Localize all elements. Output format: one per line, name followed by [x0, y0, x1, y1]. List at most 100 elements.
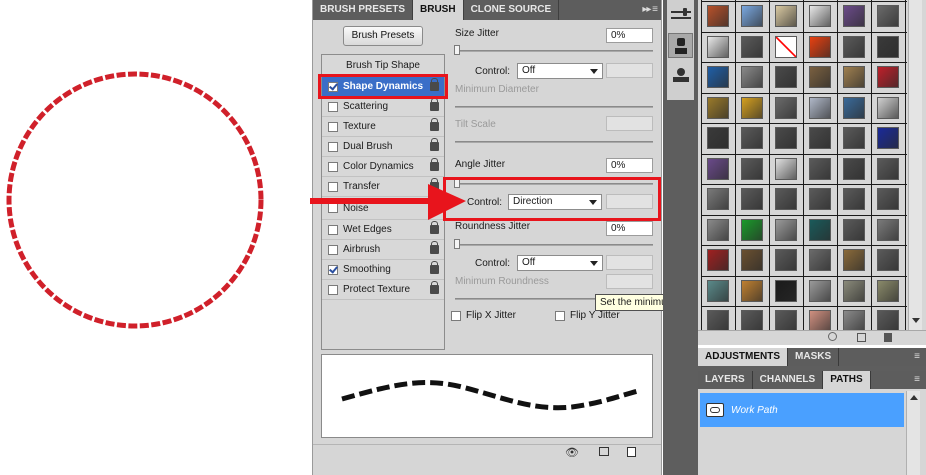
tab-clone-source[interactable]: CLONE SOURCE	[464, 0, 560, 20]
style-swatch[interactable]	[707, 279, 729, 302]
style-swatch[interactable]	[707, 249, 729, 271]
style-swatch[interactable]	[877, 218, 899, 241]
roundness-jitter-slider-knob[interactable]	[454, 239, 460, 249]
style-swatch[interactable]	[877, 66, 899, 88]
style-swatch[interactable]	[843, 96, 865, 119]
style-swatch[interactable]	[877, 157, 899, 180]
scroll-up-icon[interactable]	[910, 395, 918, 400]
style-swatch[interactable]	[843, 218, 865, 241]
style-swatch[interactable]	[775, 218, 797, 241]
document-canvas[interactable]	[0, 0, 310, 475]
delete-style-icon[interactable]	[884, 333, 892, 342]
paths-scrollbar[interactable]	[906, 391, 920, 475]
style-swatch[interactable]	[877, 35, 899, 58]
style-swatch[interactable]	[877, 279, 899, 302]
new-style-icon[interactable]	[857, 333, 866, 342]
styles-scrollbar[interactable]	[908, 0, 922, 330]
style-swatch[interactable]	[741, 218, 763, 241]
style-swatch[interactable]	[843, 249, 865, 271]
panel-menu-icon[interactable]: ▸▸ ≡	[642, 0, 658, 20]
flip-x-checkbox[interactable]	[451, 310, 461, 321]
flip-y-jitter[interactable]: Flip Y Jitter	[555, 310, 620, 321]
tab-brush-presets[interactable]: BRUSH PRESETS	[313, 0, 414, 20]
style-swatch[interactable]	[809, 218, 831, 241]
lock-icon[interactable]	[430, 241, 439, 254]
brush-option-checkbox[interactable]	[328, 101, 338, 112]
style-swatch[interactable]	[843, 188, 865, 210]
panel-menu-icon[interactable]: ≡	[914, 371, 920, 389]
style-swatch[interactable]	[741, 35, 763, 58]
style-swatch[interactable]	[775, 310, 797, 332]
brush-option-checkbox[interactable]	[328, 161, 338, 172]
brush-presets-button[interactable]: Brush Presets	[343, 26, 423, 46]
brush-option-checkbox[interactable]	[328, 121, 338, 132]
style-swatch[interactable]	[741, 188, 763, 210]
style-swatch[interactable]	[741, 127, 763, 149]
style-swatch[interactable]	[809, 188, 831, 210]
tab-paths[interactable]: PATHS	[823, 371, 871, 389]
style-swatch[interactable]	[843, 66, 865, 88]
brush-option-item[interactable]: Scattering	[322, 97, 444, 117]
lock-icon[interactable]	[430, 158, 439, 171]
style-swatch[interactable]	[741, 96, 763, 119]
clear-style-icon[interactable]	[828, 332, 837, 341]
roundness-control-select[interactable]: Off	[517, 255, 603, 271]
style-swatch[interactable]	[843, 127, 865, 149]
style-swatch[interactable]	[877, 188, 899, 210]
tab-channels[interactable]: CHANNELS	[753, 371, 824, 389]
style-swatch[interactable]	[741, 157, 763, 180]
path-row-work-path[interactable]: Work Path	[700, 393, 904, 427]
brush-option-item[interactable]: Color Dynamics	[322, 157, 444, 177]
style-swatch[interactable]	[843, 35, 865, 58]
style-swatch[interactable]	[741, 279, 763, 302]
brush-option-checkbox[interactable]	[328, 224, 338, 235]
lock-icon[interactable]	[430, 281, 439, 294]
style-swatch[interactable]	[775, 127, 797, 149]
style-swatch[interactable]	[843, 157, 865, 180]
style-swatch[interactable]	[877, 249, 899, 271]
style-swatch[interactable]	[775, 249, 797, 271]
style-swatch[interactable]	[707, 310, 729, 332]
style-swatch[interactable]	[809, 279, 831, 302]
style-swatch[interactable]	[707, 157, 729, 180]
size-jitter-value[interactable]: 0%	[606, 28, 653, 43]
style-swatch[interactable]	[707, 188, 729, 210]
grid-icon[interactable]	[599, 447, 609, 456]
style-swatch[interactable]	[877, 310, 899, 332]
style-swatch[interactable]	[741, 66, 763, 88]
style-swatch[interactable]	[809, 157, 831, 180]
clone-stamp-icon[interactable]	[671, 68, 691, 86]
style-swatch[interactable]	[707, 218, 729, 241]
lock-icon[interactable]	[430, 118, 439, 131]
brush-icon[interactable]	[668, 33, 693, 58]
angle-jitter-value[interactable]: 0%	[606, 158, 653, 173]
brush-option-item[interactable]: Airbrush	[322, 240, 444, 260]
brush-option-item[interactable]: Protect Texture	[322, 280, 444, 300]
tab-masks[interactable]: MASKS	[788, 348, 840, 366]
lock-icon[interactable]	[430, 138, 439, 151]
roundness-jitter-value[interactable]: 0%	[606, 221, 653, 236]
style-swatch[interactable]	[707, 127, 729, 149]
style-swatch[interactable]	[741, 249, 763, 271]
size-jitter-slider-knob[interactable]	[454, 45, 460, 55]
style-swatch[interactable]	[707, 35, 729, 58]
style-swatch[interactable]	[775, 279, 797, 302]
style-swatch[interactable]	[809, 96, 831, 119]
scroll-down-icon[interactable]	[912, 318, 920, 323]
style-swatch[interactable]	[843, 279, 865, 302]
style-swatch[interactable]	[707, 66, 729, 88]
size-jitter-slider[interactable]	[455, 50, 653, 52]
style-swatch[interactable]	[741, 310, 763, 332]
style-swatch[interactable]	[775, 157, 797, 180]
style-swatch[interactable]	[809, 249, 831, 271]
flip-y-checkbox[interactable]	[555, 310, 565, 321]
style-swatch[interactable]	[741, 5, 763, 27]
style-swatch[interactable]	[707, 96, 729, 119]
brush-option-item[interactable]: Texture	[322, 117, 444, 137]
style-swatch[interactable]	[775, 96, 797, 119]
lock-icon[interactable]	[430, 221, 439, 234]
style-swatch[interactable]	[809, 127, 831, 149]
brush-option-item[interactable]: Smoothing	[322, 260, 444, 280]
lock-icon[interactable]	[430, 98, 439, 111]
style-swatch[interactable]	[809, 310, 831, 332]
